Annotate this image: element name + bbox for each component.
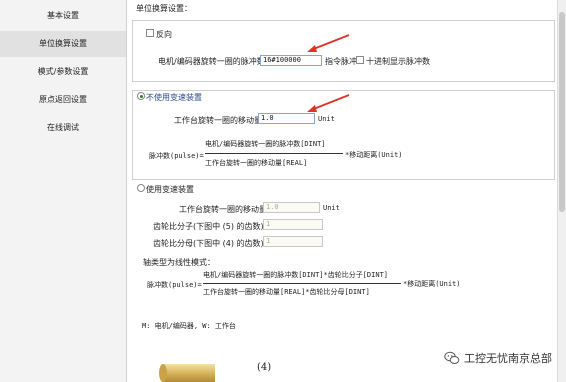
- axis-type-label: 轴类型为线性模式：: [143, 258, 215, 267]
- no-gear-formula-left: 脉冲数(pulse)=: [149, 152, 204, 160]
- gear-denominator-label: 齿轮比分母(下图中 (4) 的齿数)：: [153, 239, 272, 248]
- sidebar: 基本设置 单位换算设置 模式/参数设置 原点返回设置 在线调试: [0, 0, 127, 382]
- sidebar-item-homing[interactable]: 原点返回设置: [0, 87, 126, 113]
- watermark-text: 工控无忧南京总部: [464, 352, 552, 365]
- no-gear-radio-label: 不使用变速装置: [146, 93, 202, 102]
- no-gear-formula-right: *移动距离(Unit): [345, 151, 403, 159]
- scrollbar-thumb[interactable]: [559, 12, 565, 212]
- legend-text: M: 电机/编码器, W: 工作台: [142, 322, 236, 330]
- no-gear-fraction-line: [205, 153, 343, 154]
- diagram-label-4: (4): [257, 362, 272, 373]
- no-gear-radio[interactable]: [137, 92, 145, 100]
- hex-display-checkbox[interactable]: [356, 56, 364, 64]
- reverse-label: 反向: [156, 30, 172, 39]
- gear-denominator-field[interactable]: 1: [263, 236, 323, 247]
- no-gear-formula-denominator: 工作台旋转一圈的移动量[REAL]: [205, 159, 308, 167]
- gear-fraction-line: [203, 283, 401, 284]
- reverse-checkbox[interactable]: [146, 29, 154, 37]
- gear-move-label: 工作台旋转一圈的移动量：: [179, 205, 275, 214]
- sidebar-item-mode-params[interactable]: 模式/参数设置: [0, 59, 126, 85]
- gear-diagram-image: [159, 364, 215, 382]
- sidebar-item-basic-settings[interactable]: 基本设置: [0, 3, 126, 29]
- gear-formula-denominator: 工作台旋转一圈的移动量[REAL]*齿轮比分母[DINT]: [203, 288, 370, 296]
- pulses-per-rev-field[interactable]: 16#100000: [260, 55, 322, 66]
- gear-formula-left: 脉冲数(pulse)=: [147, 281, 202, 289]
- gear-move-field[interactable]: 1.0: [263, 202, 320, 213]
- no-gear-move-unit: Unit: [318, 115, 335, 123]
- no-gear-move-field[interactable]: 1.0: [258, 113, 315, 124]
- hex-display-label: 十进制显示脉冲数: [366, 57, 430, 66]
- vertical-scrollbar[interactable]: [557, 0, 566, 382]
- gear-formula-numerator: 电机/编码器旋转一圈的脉冲数[DINT]*齿轮比分子[DINT]: [203, 271, 389, 279]
- gear-numerator-label: 齿轮比分子(下图中 (5) 的齿数)：: [153, 222, 272, 231]
- watermark: 工控无忧南京总部: [444, 350, 552, 366]
- main-panel: 单位换算设置： 反向 电机/编码器旋转一圈的脉冲数： 16#100000 指令脉…: [127, 0, 557, 382]
- section-title: 单位换算设置：: [136, 4, 192, 13]
- no-gear-formula-numerator: 电机/编码器旋转一圈的脉冲数[DINT]: [205, 140, 326, 148]
- no-gear-move-label: 工作台旋转一圈的移动量：: [174, 116, 270, 125]
- gear-move-unit: Unit: [323, 204, 340, 212]
- pulses-per-rev-label: 电机/编码器旋转一圈的脉冲数：: [158, 57, 273, 66]
- gear-radio-label: 使用变速装置: [146, 185, 194, 194]
- pulse-unit-label: 指令脉冲: [325, 57, 357, 66]
- sidebar-item-online-debug[interactable]: 在线调试: [0, 115, 126, 141]
- annotation-arrow-1: [307, 34, 350, 52]
- wechat-icon: [444, 351, 460, 364]
- gear-numerator-field[interactable]: 1: [263, 219, 323, 230]
- annotation-arrow-2: [307, 94, 350, 112]
- sidebar-item-unit-conversion[interactable]: 单位换算设置: [0, 31, 126, 57]
- gear-radio[interactable]: [137, 184, 145, 192]
- gear-formula-right: *移动距离(Unit): [403, 280, 461, 288]
